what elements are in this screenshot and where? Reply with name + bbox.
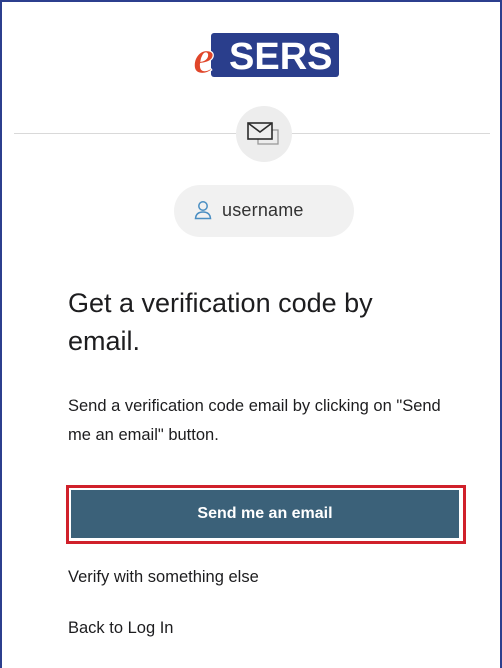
divider-right (292, 133, 490, 134)
mail-icon (247, 122, 279, 145)
person-icon (194, 201, 212, 220)
page-title: Get a verification code by email. (68, 288, 373, 356)
logo-prefix: e (193, 31, 214, 80)
instruction-text: Send a verification code email by clicki… (68, 397, 441, 444)
esers-logo: SERS e (193, 30, 339, 80)
send-email-button[interactable]: Send me an email (71, 490, 459, 538)
login-card: SERS e username Get a verification code … (0, 0, 502, 668)
back-to-login-link[interactable]: Back to Log In (68, 619, 174, 638)
username-text: username (222, 200, 304, 220)
mail-icon-badge (236, 106, 292, 162)
verify-with-something-else-link[interactable]: Verify with something else (68, 568, 259, 587)
divider-left (14, 133, 236, 134)
username-badge: username (174, 185, 354, 237)
logo-name: SERS (229, 36, 332, 78)
